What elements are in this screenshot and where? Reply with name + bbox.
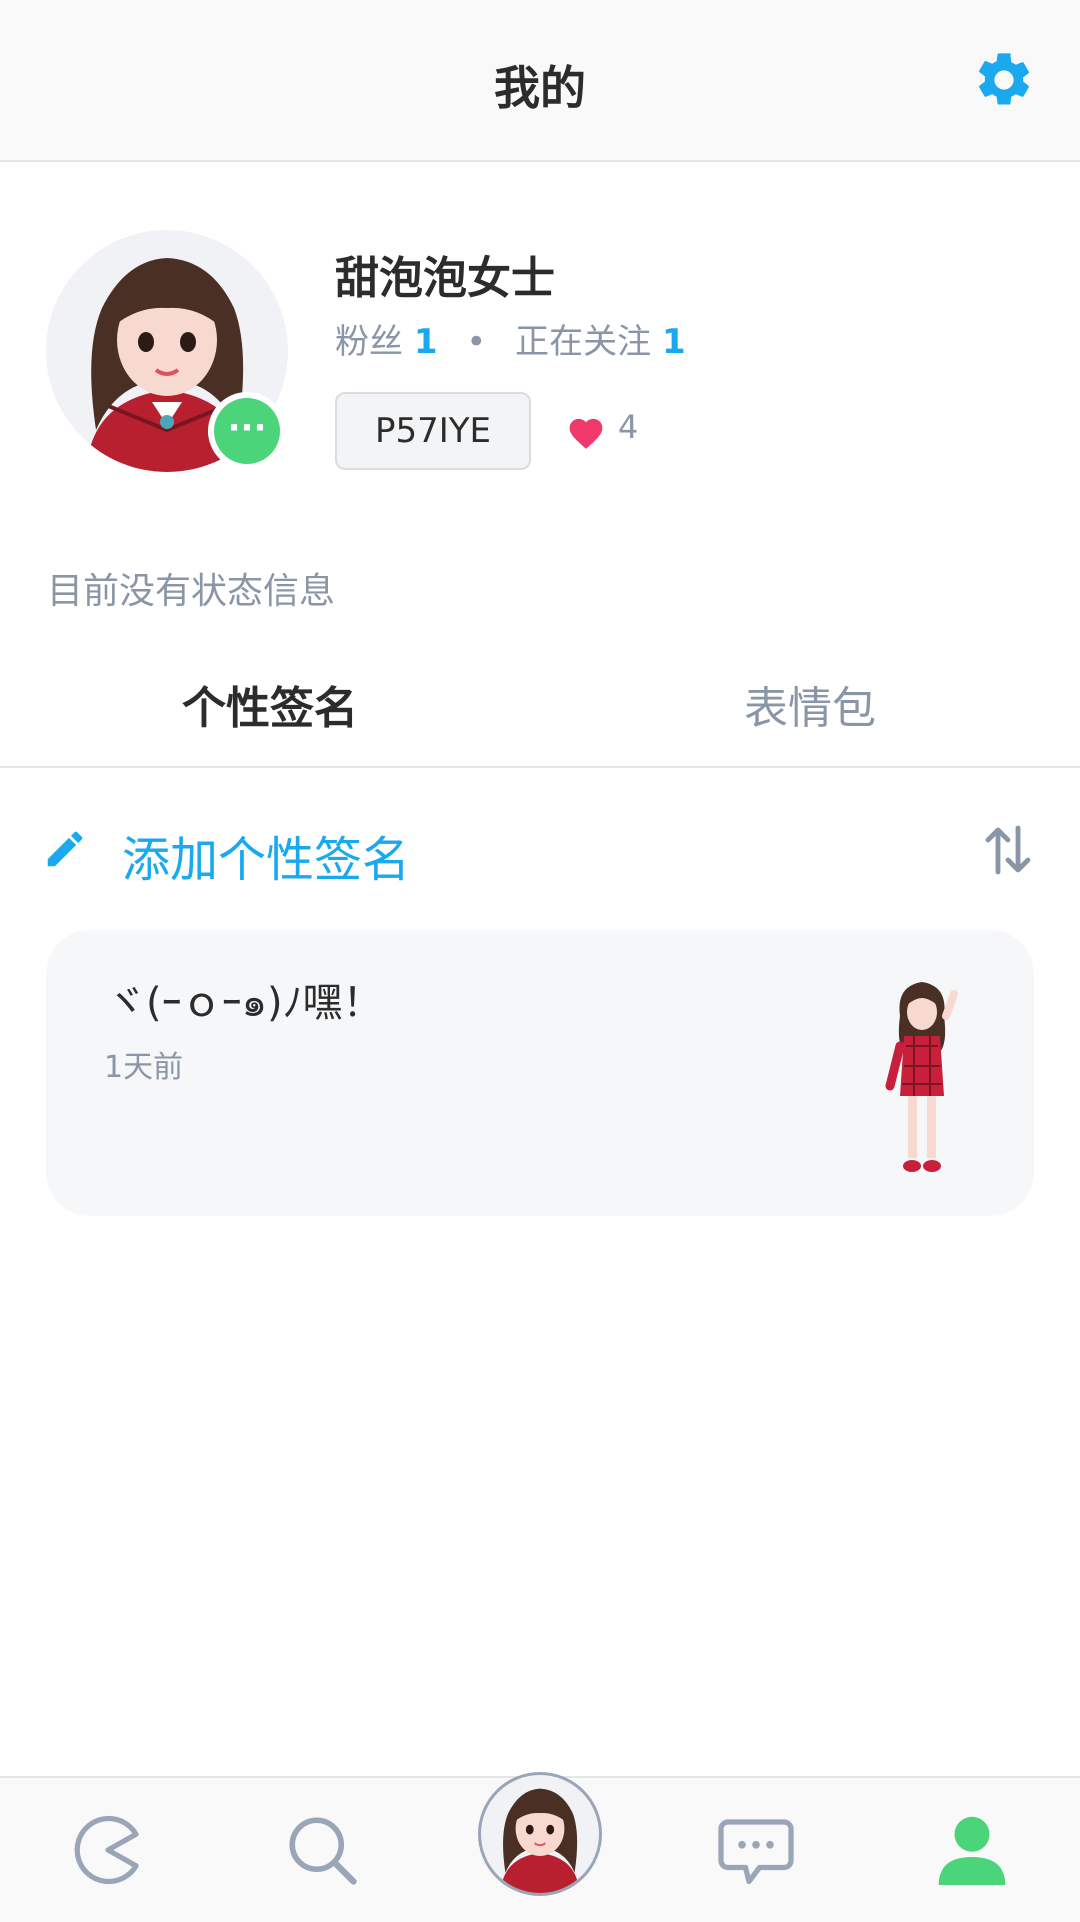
fans-label[interactable]: 粉丝 xyxy=(335,322,403,362)
tab-stickers[interactable]: 表情包 xyxy=(540,672,1080,736)
add-signature-button[interactable]: 添加个性签名 xyxy=(122,820,410,890)
like-count: 4 xyxy=(618,408,639,446)
pacman-icon[interactable] xyxy=(66,1808,150,1892)
person-icon[interactable] xyxy=(930,1808,1014,1892)
separator-dot: • xyxy=(466,322,487,362)
character-figure xyxy=(885,982,958,1172)
top-bar: 我的 xyxy=(0,0,1080,162)
signature-text: ヾ(ｰｏｰ๑)ﾉ嘿！ xyxy=(106,980,383,1026)
avatar-nav-button[interactable] xyxy=(478,1772,602,1896)
avatar-icon xyxy=(500,1788,580,1893)
chat-bubble-icon[interactable] xyxy=(714,1808,798,1892)
signature-card[interactable]: ヾ(ｰｏｰ๑)ﾉ嘿！ 1天前 xyxy=(46,930,1034,1216)
following-count[interactable]: 1 xyxy=(662,322,686,362)
tab-divider xyxy=(0,766,1080,768)
status-edit-button[interactable]: ··· xyxy=(208,392,286,470)
gear-icon[interactable] xyxy=(972,48,1036,112)
sort-icon[interactable] xyxy=(984,822,1032,878)
more-dots-icon: ··· xyxy=(214,398,280,464)
follow-stats: 粉丝 1 • 正在关注 1 xyxy=(335,314,686,363)
user-code-button[interactable]: P57IYE xyxy=(335,392,531,470)
page-title: 我的 xyxy=(494,61,586,115)
following-label[interactable]: 正在关注 xyxy=(515,322,651,362)
search-icon[interactable] xyxy=(280,1808,364,1892)
username: 甜泡泡女士 xyxy=(335,253,555,304)
status-message[interactable]: 目前没有状态信息 xyxy=(47,562,335,614)
heart-icon[interactable] xyxy=(566,414,606,450)
signature-time: 1天前 xyxy=(104,1050,184,1085)
pencil-icon[interactable] xyxy=(42,826,88,872)
bottom-nav xyxy=(0,1772,1080,1922)
fans-count[interactable]: 1 xyxy=(414,322,438,362)
tab-signature[interactable]: 个性签名 xyxy=(0,672,540,736)
